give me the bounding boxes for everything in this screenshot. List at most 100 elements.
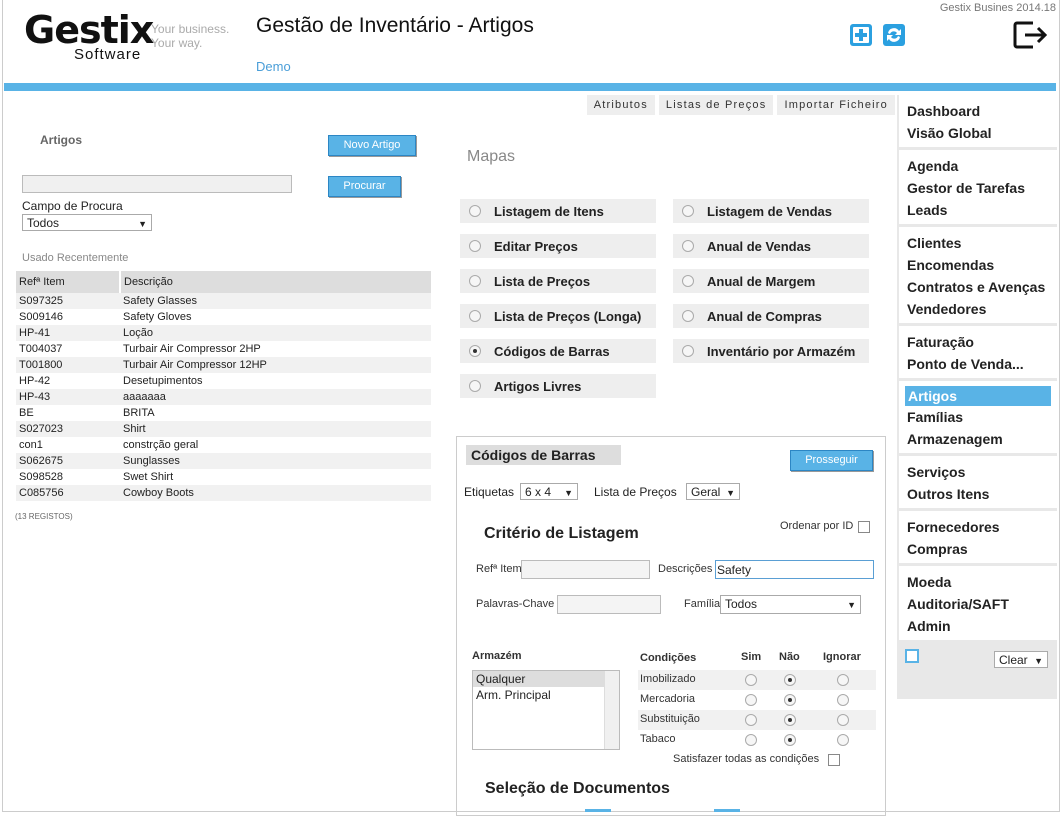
sidebar-item[interactable]: Fornecedores <box>899 516 1057 538</box>
mapa-option[interactable]: Lista de Preços (Longa) <box>460 304 656 328</box>
satisfy-all-checkbox[interactable] <box>828 754 840 766</box>
radio-button[interactable] <box>682 310 694 322</box>
warehouse-listbox[interactable]: Qualquer Arm. Principal <box>472 670 620 750</box>
radio-button[interactable] <box>469 310 481 322</box>
pricelist-select[interactable]: Geral ▼ <box>686 483 740 500</box>
mapa-option[interactable]: Listagem de Vendas <box>673 199 869 223</box>
add-icon[interactable] <box>849 23 873 47</box>
condition-no-radio[interactable] <box>784 694 796 706</box>
tab-atributos[interactable]: Atributos <box>586 95 655 115</box>
table-row[interactable]: con1 constrção geral <box>16 437 431 453</box>
company-link[interactable]: Demo <box>256 59 291 74</box>
sidebar-item[interactable]: Gestor de Tarefas <box>899 177 1057 199</box>
sidebar-item[interactable]: Armazenagem <box>899 428 1057 450</box>
sidebar-item[interactable]: Ponto de Venda... <box>899 353 1057 375</box>
sidebar-item[interactable]: Visão Global <box>899 122 1057 144</box>
mapa-option[interactable]: Listagem de Itens <box>460 199 656 223</box>
desc-input[interactable]: Safety <box>715 560 874 579</box>
table-row[interactable]: HP-42 Desetupimentos <box>16 373 431 389</box>
radio-button[interactable] <box>469 205 481 217</box>
listbox-scrollbar[interactable] <box>604 671 619 749</box>
sidebar-item[interactable]: Admin <box>899 615 1057 637</box>
condition-no-radio[interactable] <box>784 734 796 746</box>
condition-ignore-radio[interactable] <box>837 674 849 686</box>
mapa-option[interactable]: Editar Preços <box>460 234 656 258</box>
table-row[interactable]: S097325 Safety Glasses <box>16 293 431 309</box>
radio-button[interactable] <box>469 240 481 252</box>
table-row[interactable]: S062675 Sunglasses <box>16 453 431 469</box>
sidebar-item[interactable]: Auditoria/SAFT <box>899 593 1057 615</box>
table-row[interactable]: HP-41 Loção <box>16 325 431 341</box>
mapa-option[interactable]: Códigos de Barras <box>460 339 656 363</box>
condition-ignore-radio[interactable] <box>837 734 849 746</box>
search-button[interactable]: Procurar <box>328 176 401 197</box>
mapa-option[interactable]: Anual de Vendas <box>673 234 869 258</box>
condition-no-radio[interactable] <box>784 674 796 686</box>
table-row[interactable]: BE BRITA <box>16 405 431 421</box>
condition-yes-radio[interactable] <box>745 714 757 726</box>
col-ref[interactable]: Refª Item <box>16 271 120 293</box>
warehouse-option[interactable]: Qualquer <box>473 671 619 687</box>
radio-button[interactable] <box>469 345 481 357</box>
sidebar-item[interactable]: Clientes <box>899 232 1057 254</box>
mapa-option[interactable]: Anual de Compras <box>673 304 869 328</box>
radio-button[interactable] <box>682 205 694 217</box>
search-input[interactable] <box>22 175 292 193</box>
table-row[interactable]: T001800 Turbair Air Compressor 12HP <box>16 357 431 373</box>
family-select[interactable]: Todos ▼ <box>720 595 861 614</box>
sidebar-item[interactable]: Dashboard <box>899 100 1057 122</box>
mapa-option[interactable]: Artigos Livres <box>460 374 656 398</box>
table-row[interactable]: S098528 Swet Shirt <box>16 469 431 485</box>
sidebar-item[interactable]: Faturação <box>899 331 1057 353</box>
warehouse-option[interactable]: Arm. Principal <box>473 687 619 703</box>
tab-listas-precos[interactable]: Listas de Preços <box>658 95 774 115</box>
ref-input[interactable] <box>521 560 650 579</box>
logout-icon[interactable] <box>1013 20 1049 50</box>
radio-button[interactable] <box>682 275 694 287</box>
radio-button[interactable] <box>469 275 481 287</box>
sidebar-item[interactable]: Agenda <box>899 155 1057 177</box>
gestix-logo[interactable]: Gestix Software Your business. Your way. <box>24 10 229 63</box>
table-row[interactable]: S027023 Shirt <box>16 421 431 437</box>
sidebar-item[interactable]: Moeda <box>899 571 1057 593</box>
sidebar-item[interactable]: Encomendas <box>899 254 1057 276</box>
sidebar-item[interactable]: Vendedores <box>899 298 1057 320</box>
search-field-select[interactable]: Todos ▼ <box>22 214 152 231</box>
mapa-option[interactable]: Inventário por Armazém <box>673 339 869 363</box>
labels-select[interactable]: 6 x 4 ▼ <box>520 483 578 500</box>
radio-button[interactable] <box>682 240 694 252</box>
conditions-label: Condições <box>640 652 697 664</box>
col-description[interactable]: Descrição <box>119 271 431 293</box>
refresh-icon[interactable] <box>881 22 907 48</box>
panel-icon[interactable] <box>905 649 919 663</box>
condition-ignore-radio[interactable] <box>837 694 849 706</box>
sidebar-item[interactable]: Artigos <box>905 386 1051 406</box>
proceed-button[interactable]: Prosseguir <box>790 450 873 471</box>
condition-yes-radio[interactable] <box>745 694 757 706</box>
clear-select[interactable]: Clear ▼ <box>994 651 1048 668</box>
mapa-option[interactable]: Anual de Margem <box>673 269 869 293</box>
new-article-button[interactable]: Novo Artigo <box>328 135 416 156</box>
keywords-input[interactable] <box>557 595 661 614</box>
sidebar-item[interactable]: Contratos e Avenças <box>899 276 1057 298</box>
table-row[interactable]: HP-43 aaaaaaa <box>16 389 431 405</box>
doc-button-partial[interactable] <box>714 809 740 812</box>
radio-button[interactable] <box>682 345 694 357</box>
sidebar-item[interactable]: Leads <box>899 199 1057 221</box>
doc-button-partial[interactable] <box>585 809 611 812</box>
table-row[interactable]: T004037 Turbair Air Compressor 2HP <box>16 341 431 357</box>
order-by-id-checkbox[interactable] <box>858 521 870 533</box>
table-row[interactable]: C085756 Cowboy Boots <box>16 485 431 501</box>
condition-yes-radio[interactable] <box>745 674 757 686</box>
condition-ignore-radio[interactable] <box>837 714 849 726</box>
condition-no-radio[interactable] <box>784 714 796 726</box>
condition-yes-radio[interactable] <box>745 734 757 746</box>
sidebar-item[interactable]: Serviços <box>899 461 1057 483</box>
table-row[interactable]: S009146 Safety Gloves <box>16 309 431 325</box>
tab-importar-ficheiro[interactable]: Importar Ficheiro <box>777 95 895 115</box>
mapa-option[interactable]: Lista de Preços <box>460 269 656 293</box>
sidebar-item[interactable]: Famílias <box>899 406 1057 428</box>
radio-button[interactable] <box>469 380 481 392</box>
sidebar-item[interactable]: Outros Itens <box>899 483 1057 505</box>
sidebar-item[interactable]: Compras <box>899 538 1057 560</box>
